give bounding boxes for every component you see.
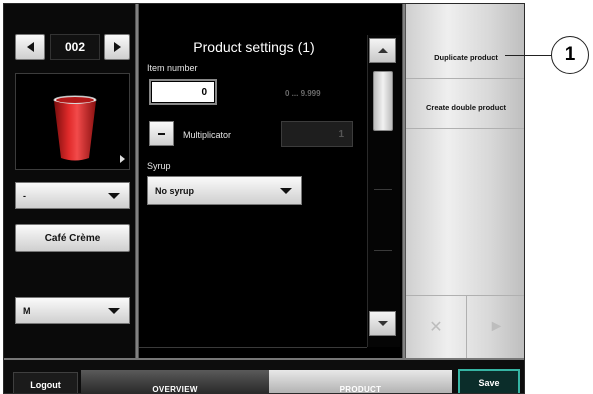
chevron-down-icon bbox=[280, 187, 292, 194]
scroll-up-button[interactable] bbox=[369, 38, 396, 63]
page-title: Product settings (1) bbox=[193, 39, 315, 55]
cup-image-box[interactable] bbox=[15, 73, 130, 170]
option-dropdown-value: - bbox=[23, 190, 26, 201]
forward-button[interactable]: ► bbox=[466, 295, 524, 358]
scroll-down-button[interactable] bbox=[369, 311, 396, 336]
scroll-thumb[interactable] bbox=[373, 71, 393, 131]
option-dropdown[interactable]: - bbox=[15, 182, 130, 209]
chevron-down-icon bbox=[377, 321, 388, 326]
create-double-product-button[interactable]: Create double product bbox=[406, 103, 524, 112]
minus-icon bbox=[158, 132, 165, 135]
scroll-tick bbox=[374, 250, 392, 251]
callout-marker: 1 bbox=[551, 36, 589, 74]
size-dropdown[interactable]: M bbox=[15, 297, 130, 324]
tab-overview[interactable]: OVERVIEW bbox=[81, 370, 269, 393]
multiplicator-input[interactable]: 1 bbox=[281, 121, 353, 147]
tab-product[interactable]: PRODUCT bbox=[269, 370, 452, 393]
machine-screen: 002 - Café Crème M Product settings (1) … bbox=[3, 3, 525, 394]
chevron-down-icon bbox=[108, 192, 120, 199]
syrup-dropdown[interactable]: No syrup bbox=[147, 176, 302, 205]
action-menu: Duplicate product Create double product … bbox=[406, 4, 524, 358]
callout-leader-line bbox=[505, 55, 553, 56]
prev-product-button[interactable] bbox=[15, 34, 45, 60]
logout-button[interactable]: Logout bbox=[13, 372, 78, 393]
divider bbox=[406, 78, 524, 79]
cancel-button[interactable]: ✕ bbox=[406, 295, 466, 358]
product-name-button[interactable]: Café Crème bbox=[15, 224, 130, 252]
multiplicator-label: Multiplicator bbox=[183, 130, 232, 140]
divider bbox=[139, 347, 367, 348]
expand-triangle-icon bbox=[120, 155, 125, 163]
play-icon: ► bbox=[488, 317, 505, 335]
item-number-range: 0 ... 9.999 bbox=[285, 89, 321, 98]
item-number-input[interactable]: 0 bbox=[149, 79, 217, 105]
red-cup-icon bbox=[53, 95, 97, 161]
size-dropdown-value: M bbox=[23, 305, 31, 316]
item-number-label: Item number bbox=[147, 63, 198, 73]
left-arrow-icon bbox=[26, 42, 34, 52]
next-product-button[interactable] bbox=[104, 34, 130, 60]
divider bbox=[406, 128, 524, 129]
left-panel: 002 - Café Crème M bbox=[4, 4, 135, 358]
product-counter: 002 bbox=[50, 34, 100, 60]
syrup-dropdown-value: No syrup bbox=[155, 185, 195, 196]
syrup-label: Syrup bbox=[147, 161, 171, 171]
multiplicator-minus-button[interactable] bbox=[149, 121, 174, 146]
x-icon: ✕ bbox=[429, 318, 443, 336]
scroll-tick bbox=[374, 189, 392, 190]
right-arrow-icon bbox=[113, 42, 121, 52]
chevron-up-icon bbox=[377, 48, 388, 53]
settings-panel: Product settings (1) Item number 0 0 ...… bbox=[139, 4, 402, 358]
bottom-bar: Logout OVERVIEW PRODUCT Save bbox=[4, 358, 524, 393]
chevron-down-icon bbox=[108, 307, 120, 314]
save-button[interactable]: Save bbox=[458, 369, 520, 393]
